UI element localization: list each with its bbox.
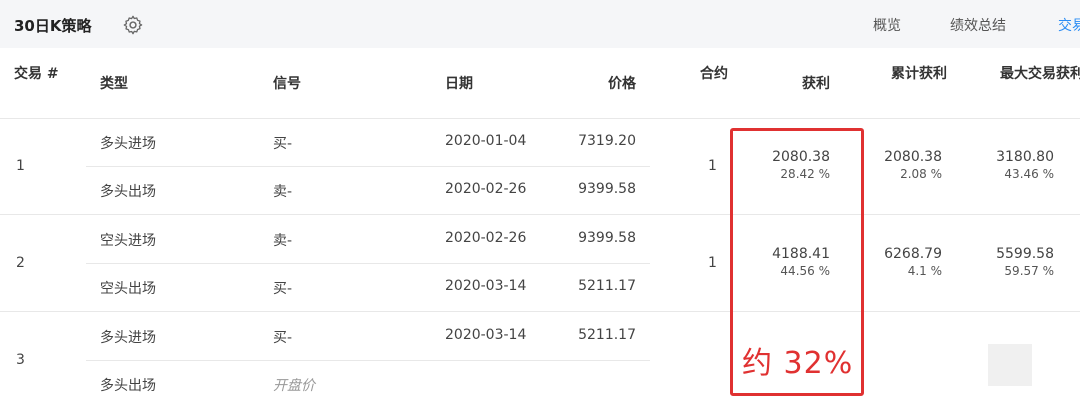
col-header-date[interactable]: 日期	[445, 74, 473, 94]
annotation-label: 约 32%	[742, 346, 854, 381]
trade-date: 2020-02-26	[445, 230, 527, 246]
col-header-signal[interactable]: 信号	[273, 74, 301, 94]
trade-contracts: 1	[708, 158, 717, 174]
trade-signal: 卖-	[273, 233, 293, 249]
trade-max-profit: 3180.80 43.46 %	[970, 149, 1054, 183]
col-header-cumulative-profit[interactable]: 累计获利	[890, 64, 948, 84]
row-divider	[0, 311, 1080, 312]
tab-trades[interactable]: 交易	[1058, 15, 1080, 35]
max-profit-value: 5599.58	[996, 246, 1054, 262]
col-header-max-trade-profit[interactable]: 最大交易获利	[1000, 64, 1080, 84]
cumulative-profit-value: 6268.79	[884, 246, 942, 262]
strategy-header: 30日K策略 概览 绩效总结 交易	[0, 0, 1080, 48]
col-header-price[interactable]: 价格	[560, 74, 636, 94]
tab-performance-summary[interactable]: 绩效总结	[950, 15, 1006, 35]
row-divider	[86, 166, 650, 167]
trade-date: 2020-03-14	[445, 278, 527, 294]
trade-type: 多头进场	[100, 330, 156, 346]
trade-max-profit: 5599.58 59.57 %	[970, 246, 1054, 280]
col-header-profit[interactable]: 获利	[750, 74, 830, 94]
trade-number: 3	[16, 352, 25, 368]
trade-signal: 买-	[273, 136, 293, 152]
trade-cumulative-profit: 2080.38 2.08 %	[860, 149, 942, 183]
max-profit-percent: 43.46 %	[1004, 167, 1054, 181]
strategy-title: 30日K策略	[14, 17, 92, 35]
trade-type: 空头出场	[100, 281, 156, 297]
trade-signal: 买-	[273, 281, 293, 297]
trade-cumulative-profit: 6268.79 4.1 %	[860, 246, 942, 280]
row-divider	[86, 263, 650, 264]
col-header-trade-no[interactable]: 交易 #	[14, 64, 59, 84]
trade-type: 多头出场	[100, 184, 156, 200]
gear-icon[interactable]	[122, 14, 144, 36]
trade-type: 多头进场	[100, 136, 156, 152]
trade-number: 2	[16, 255, 25, 271]
cumulative-profit-percent: 4.1 %	[907, 264, 942, 278]
max-profit-value: 3180.80	[996, 149, 1054, 165]
trade-signal: 买-	[273, 330, 293, 346]
row-divider	[0, 214, 1080, 215]
placeholder-block	[988, 344, 1032, 386]
trade-type: 空头进场	[100, 233, 156, 249]
trade-date: 2020-01-04	[445, 133, 527, 149]
trade-contracts: 1	[708, 255, 717, 271]
max-profit-percent: 59.57 %	[1004, 264, 1054, 278]
trade-type: 多头出场	[100, 378, 156, 394]
row-divider	[86, 360, 650, 361]
trade-signal: 卖-	[273, 184, 293, 200]
trade-price: 9399.58	[578, 230, 636, 246]
trade-price: 9399.58	[578, 181, 636, 197]
trade-date: 2020-02-26	[445, 181, 527, 197]
trade-signal: 开盘价	[273, 378, 315, 394]
trade-price: 5211.17	[578, 327, 636, 343]
col-header-contracts[interactable]: 合约	[700, 64, 728, 84]
trade-number: 1	[16, 158, 25, 174]
trade-date: 2020-03-14	[445, 327, 527, 343]
trade-price: 7319.20	[578, 133, 636, 149]
cumulative-profit-value: 2080.38	[884, 149, 942, 165]
trade-price: 5211.17	[578, 278, 636, 294]
cumulative-profit-percent: 2.08 %	[900, 167, 942, 181]
row-divider	[0, 118, 1080, 119]
col-header-type[interactable]: 类型	[100, 74, 128, 94]
tab-overview[interactable]: 概览	[873, 15, 901, 35]
